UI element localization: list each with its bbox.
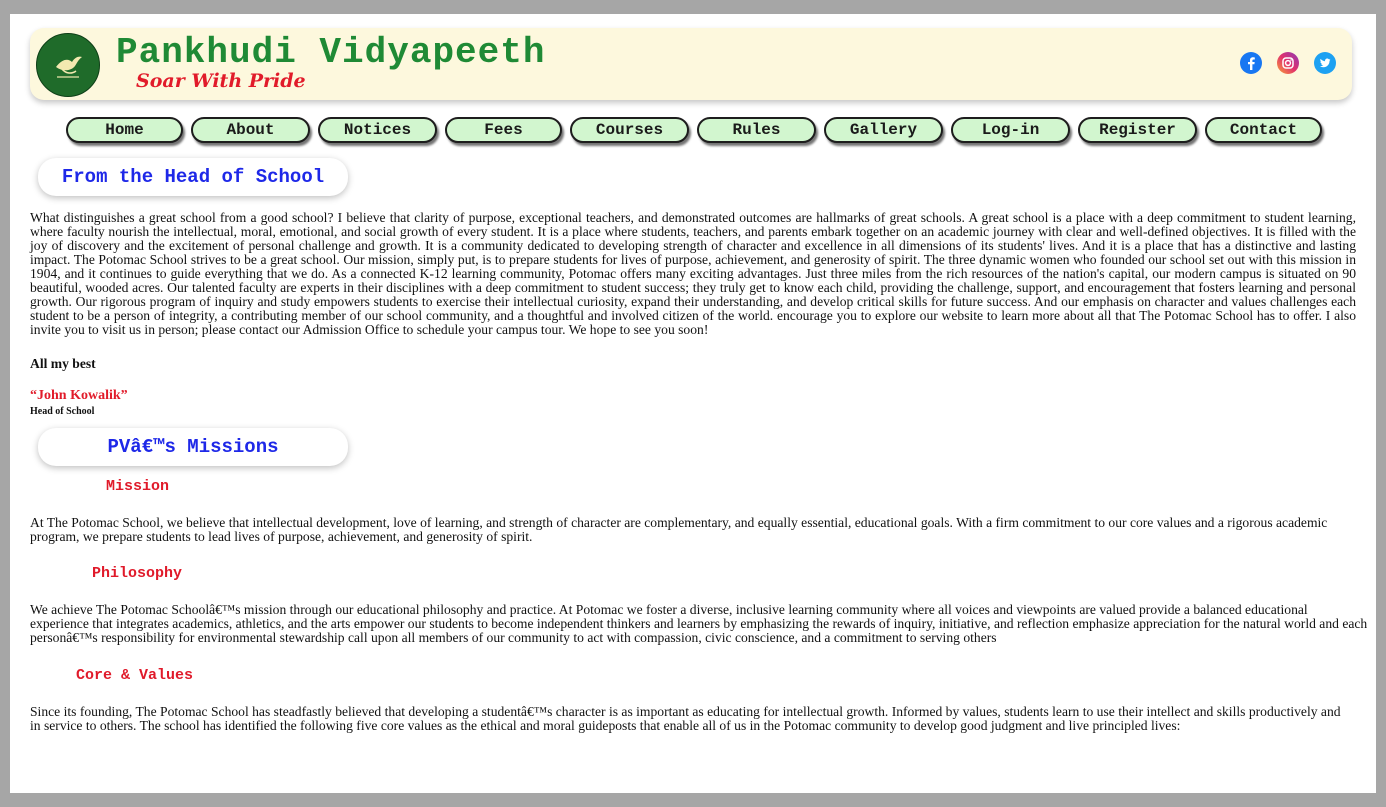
mission-text: At The Potomac School, we believe that i… [30, 515, 1328, 544]
instagram-icon[interactable] [1277, 52, 1299, 74]
head-of-school-message: What distinguishes a great school from a… [30, 210, 1356, 337]
site-title: Pankhudi Vidyapeeth [116, 32, 546, 73]
nav-courses[interactable]: Courses [570, 117, 689, 143]
facebook-icon[interactable] [1240, 52, 1262, 74]
nav-gallery[interactable]: Gallery [824, 117, 943, 143]
mission-heading: Mission [106, 478, 170, 495]
main-nav: Home About Notices Fees Courses Rules Ga… [66, 117, 1326, 143]
social-links [1240, 52, 1336, 74]
core-values-text: Since its founding, The Potomac School h… [30, 704, 1341, 733]
bird-logo-icon [56, 56, 82, 78]
school-logo[interactable] [36, 33, 100, 97]
philosophy-text: We achieve The Potomac Schoolâ€™s missio… [30, 602, 1368, 645]
page-frame: Pankhudi Vidyapeeth Soar With Pride Home… [10, 14, 1376, 793]
missions-title: PVâ€™s Missions [38, 428, 348, 466]
twitter-icon[interactable] [1314, 52, 1336, 74]
head-of-school-title: From the Head of School [38, 158, 348, 196]
core-values-heading: Core & Values [76, 667, 194, 684]
signature-name: “John Kowalik” [30, 388, 128, 403]
nav-rules[interactable]: Rules [697, 117, 816, 143]
signature-role: Head of School [30, 406, 95, 417]
nav-fees[interactable]: Fees [445, 117, 562, 143]
nav-contact[interactable]: Contact [1205, 117, 1322, 143]
closing-line: All my best [30, 356, 96, 371]
nav-home[interactable]: Home [66, 117, 183, 143]
site-tagline: Soar With Pride [136, 70, 306, 92]
site-header: Pankhudi Vidyapeeth Soar With Pride [30, 28, 1352, 100]
nav-notices[interactable]: Notices [318, 117, 437, 143]
philosophy-heading: Philosophy [92, 565, 183, 582]
nav-log-in[interactable]: Log-in [951, 117, 1070, 143]
nav-register[interactable]: Register [1078, 117, 1197, 143]
nav-about[interactable]: About [191, 117, 310, 143]
